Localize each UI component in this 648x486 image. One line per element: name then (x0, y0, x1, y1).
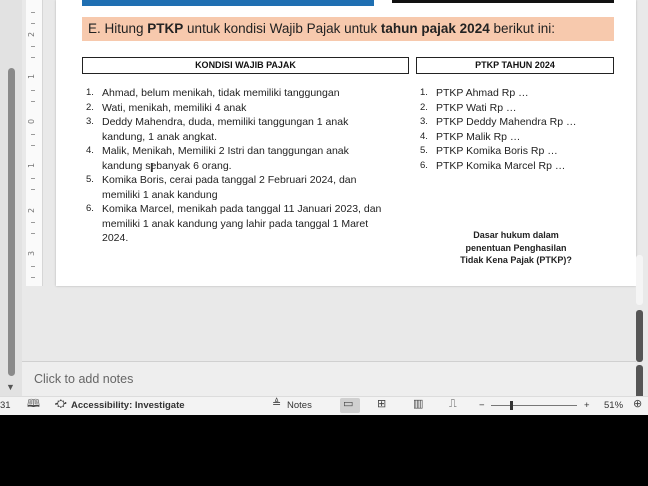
accessibility-status[interactable]: Accessibility: Investigate (71, 400, 185, 412)
list-line: memiliki 1 anak kandung yang lahir pada … (102, 217, 369, 230)
notes-placeholder[interactable]: Click to add notes (34, 372, 133, 386)
legal-basis-line: penentuan Penghasilan (465, 242, 567, 253)
list-number: 3. (420, 116, 428, 127)
question-heading[interactable]: E. Hitung PTKP untuk kondisi Wajib Pajak… (82, 17, 614, 41)
list-number: 6. (86, 203, 94, 214)
text-cursor-icon: I (150, 160, 154, 175)
ptkp-line: PTKP Malik Rp … (436, 130, 521, 143)
ruler-number: 3 (27, 250, 37, 257)
list-number: 5. (420, 145, 428, 156)
conditions-list[interactable]: 1. Ahmad, belum menikah, tidak memiliki … (86, 86, 416, 246)
notes-icon[interactable]: ≜ (272, 398, 281, 410)
list-line: 2024. (102, 232, 129, 244)
list-line: memiliki 1 anak kandung (102, 188, 218, 201)
scrollbar-track[interactable] (636, 255, 643, 305)
list-item: 2. PTKP Wati Rp … (420, 101, 620, 116)
ptkp-line: PTKP Komika Boris Rp … (436, 145, 558, 157)
list-number: 1. (420, 87, 428, 98)
list-item: 6. PTKP Komika Marcel Rp … (420, 159, 620, 174)
title-bar-blue (82, 0, 374, 6)
zoom-out-button[interactable]: − (479, 400, 485, 412)
ruler-number: 1 (27, 162, 37, 169)
status-bar: 31 🕮 ⛮ Accessibility: Investigate ≜ Note… (0, 396, 648, 415)
notes-pane[interactable]: Click to add notes (22, 361, 636, 396)
slide-number[interactable]: 31 (0, 400, 11, 412)
list-line: Komika Boris, cerai pada tanggal 2 Febru… (102, 174, 357, 186)
slide-canvas[interactable]: E. Hitung PTKP untuk kondisi Wajib Pajak… (56, 0, 636, 286)
legal-basis-question[interactable]: Dasar hukum dalam penentuan Penghasilan … (444, 229, 588, 267)
ptkp-line: PTKP Komika Marcel Rp … (436, 159, 566, 172)
list-number: 2. (86, 101, 94, 113)
list-number: 1. (86, 87, 94, 98)
list-item: 5. Komika Boris, cerai pada tanggal 2 Fe… (86, 173, 416, 202)
slide-sorter-icon[interactable]: ⊞ (377, 398, 386, 410)
legal-basis-line: Dasar hukum dalam (473, 230, 559, 240)
question-suffix: berikut ini: (489, 21, 555, 36)
list-line: kandung sebanyak 6 orang. (102, 159, 232, 172)
scrollbar-thumb[interactable] (636, 310, 643, 362)
vertical-ruler: 2 1 0 1 2 3 (26, 0, 43, 286)
question-bold-ptkp: PTKP (147, 21, 184, 36)
list-item: 1. PTKP Ahmad Rp … (420, 86, 620, 101)
slideshow-icon[interactable]: ⎍ (449, 398, 457, 410)
ruler-number: 2 (27, 31, 37, 38)
list-item: 3. PTKP Deddy Mahendra Rp … (420, 115, 620, 130)
list-item: 4. Malik, Menikah, Memiliki 2 Istri dan … (86, 144, 416, 173)
left-scrollbar[interactable]: ▼ (0, 0, 22, 396)
list-number: 2. (420, 101, 428, 113)
ruler-number: 0 (27, 118, 37, 125)
left-header-label: KONDISI WAJIB PAJAK (195, 60, 296, 70)
zoom-level[interactable]: 51% (604, 400, 623, 412)
list-item: 2. Wati, menikah, memiliki 4 anak (86, 101, 416, 116)
list-item: 3. Deddy Mahendra, duda, memiliki tanggu… (86, 115, 416, 144)
list-line: Wati, menikah, memiliki 4 anak (102, 101, 247, 114)
title-bar-black (392, 0, 614, 3)
zoom-slider-knob[interactable] (510, 401, 513, 410)
left-header-box[interactable]: KONDISI WAJIB PAJAK (82, 57, 409, 74)
right-header-box[interactable]: PTKP TAHUN 2024 (416, 57, 614, 74)
left-scrollbar-thumb[interactable] (8, 68, 15, 376)
list-item: 1. Ahmad, belum menikah, tidak memiliki … (86, 86, 416, 101)
ptkp-line: PTKP Ahmad Rp … (436, 87, 529, 99)
reading-view-icon[interactable]: ▥ (413, 398, 423, 410)
list-line: kandung, 1 anak angkat. (102, 130, 218, 143)
list-item: 4. PTKP Malik Rp … (420, 130, 620, 145)
list-line: Malik, Menikah, Memiliki 2 Istri dan tan… (102, 145, 349, 157)
list-number: 5. (86, 174, 94, 185)
list-line: Komika Marcel, menikah pada tanggal 11 J… (102, 203, 382, 215)
question-middle: untuk kondisi Wajib Pajak untuk (183, 21, 381, 36)
list-line: Deddy Mahendra, duda, memiliki tanggunga… (102, 116, 349, 128)
ptkp-line: PTKP Wati Rp … (436, 101, 517, 114)
list-line: Ahmad, belum menikah, tidak memiliki tan… (102, 87, 340, 99)
list-number: 4. (420, 130, 428, 142)
notes-button[interactable]: Notes (287, 400, 312, 412)
book-icon[interactable]: 🕮 (27, 398, 40, 410)
list-number: 3. (86, 116, 94, 127)
normal-view-icon[interactable]: ▭ (343, 398, 353, 410)
screen-black-area (0, 415, 648, 486)
right-header-label: PTKP TAHUN 2024 (475, 60, 555, 70)
scroll-down-arrow-icon[interactable]: ▼ (6, 382, 15, 392)
question-prefix: E. Hitung (88, 21, 148, 36)
zoom-in-button[interactable]: + (584, 400, 590, 412)
zoom-slider-track[interactable] (491, 405, 577, 406)
list-number: 4. (86, 145, 94, 156)
ruler-number: 2 (27, 207, 37, 214)
list-item: 5. PTKP Komika Boris Rp … (420, 144, 620, 159)
question-bold-year: tahun pajak 2024 (380, 21, 490, 36)
fit-to-window-icon[interactable]: ⊕ (633, 398, 642, 410)
list-number: 6. (420, 159, 428, 171)
legal-basis-line: Tidak Kena Pajak (PTKP)? (460, 255, 572, 265)
ruler-number: 1 (27, 73, 37, 80)
list-item: 6. Komika Marcel, menikah pada tanggal 1… (86, 202, 416, 246)
ptkp-list[interactable]: 1. PTKP Ahmad Rp … 2. PTKP Wati Rp … 3. PTK… (420, 86, 620, 173)
accessibility-icon[interactable]: ⛮ (55, 398, 67, 410)
ptkp-line: PTKP Deddy Mahendra Rp … (436, 116, 577, 128)
